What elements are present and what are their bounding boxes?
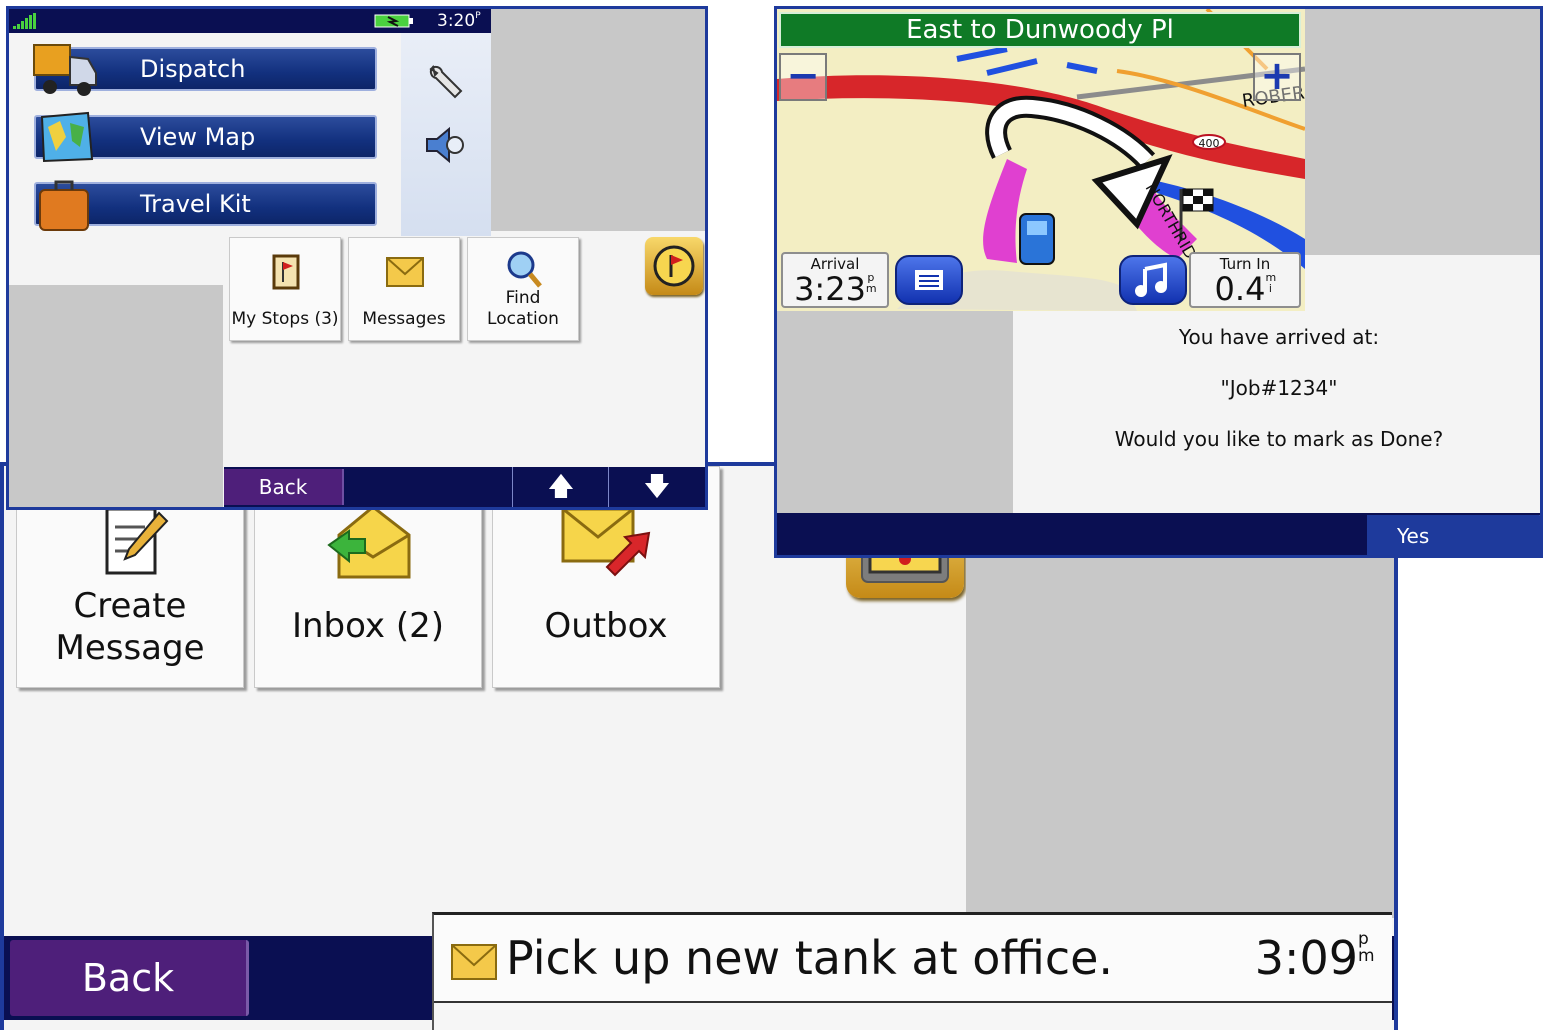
arrival-time: 3:23 p m bbox=[794, 270, 877, 308]
blank-area bbox=[9, 285, 223, 507]
status-bar: 3:20P bbox=[9, 9, 491, 33]
menu-label: Travel Kit bbox=[140, 190, 251, 218]
arrival-heading: You have arrived at: bbox=[1178, 325, 1380, 349]
job-name: "Job#1234" bbox=[1220, 376, 1338, 400]
music-note-icon bbox=[1135, 262, 1167, 297]
messages-tile[interactable]: Messages bbox=[348, 237, 460, 341]
menu-label: View Map bbox=[140, 123, 256, 151]
clipboard-flag-icon bbox=[272, 254, 300, 290]
tile-label: Create Message bbox=[55, 586, 205, 668]
envelope-icon bbox=[386, 257, 424, 287]
blank-area bbox=[1305, 9, 1540, 255]
yes-button[interactable]: Yes bbox=[1367, 515, 1540, 555]
list-icon bbox=[915, 270, 943, 290]
up-arrow-icon: 🡅 bbox=[547, 472, 575, 502]
music-button[interactable] bbox=[1119, 255, 1187, 305]
envelope-icon bbox=[451, 944, 497, 980]
navigation-screen: 400 ROBER NORTHRID East to Dunwoody Pl −… bbox=[774, 6, 1543, 558]
suitcase-icon bbox=[39, 180, 89, 231]
magnifier-icon bbox=[507, 251, 542, 288]
stop-alert-button[interactable] bbox=[645, 237, 703, 295]
dispatch-button[interactable]: Dispatch bbox=[33, 44, 377, 96]
tile-label: Outbox bbox=[544, 606, 668, 646]
arrival-box[interactable]: Arrival 3:23 p m bbox=[781, 252, 889, 308]
tile-label: Messages bbox=[362, 309, 446, 329]
back-button[interactable]: Back bbox=[224, 469, 344, 505]
volume-icon[interactable] bbox=[421, 125, 469, 165]
bottom-bar: Back 🡅 🡇 bbox=[224, 467, 705, 507]
battery-icon bbox=[374, 14, 413, 28]
find-location-tile[interactable]: Find Location bbox=[467, 237, 579, 341]
scroll-down-button[interactable]: 🡇 bbox=[608, 467, 705, 507]
map-view[interactable]: 400 ROBER NORTHRID East to Dunwoody Pl −… bbox=[777, 9, 1305, 311]
wrench-icon[interactable] bbox=[425, 61, 465, 101]
clock-flag-icon bbox=[653, 245, 695, 287]
truck-icon bbox=[33, 44, 97, 96]
main-menu-screen: 3:20P Dispatch View Map Travel Kit My St… bbox=[6, 6, 708, 510]
notification-bar: Pick up new tank at office. 3:09p m bbox=[434, 915, 1392, 1003]
notification-text: Pick up new tank at office. bbox=[506, 931, 1114, 985]
message-notification[interactable]: Pick up new tank at office. 3:09p m bbox=[432, 912, 1392, 1030]
my-stops-tile[interactable]: My Stops (3) bbox=[229, 237, 341, 341]
inbox-envelope-icon bbox=[327, 505, 411, 579]
pencil-note-icon bbox=[105, 507, 169, 575]
map-icon bbox=[40, 111, 94, 163]
scroll-up-button[interactable]: 🡅 bbox=[512, 467, 609, 507]
route-400-label: 400 bbox=[1199, 137, 1220, 150]
tool-column bbox=[401, 33, 491, 236]
menu-button[interactable] bbox=[895, 255, 963, 305]
view-map-button[interactable]: View Map bbox=[34, 111, 377, 163]
mark-done-question: Would you like to mark as Done? bbox=[1114, 427, 1444, 451]
zoom-out-button[interactable]: − bbox=[779, 53, 827, 101]
travel-kit-button[interactable]: Travel Kit bbox=[34, 180, 377, 231]
notification-time: 3:09p m bbox=[1254, 929, 1375, 986]
menu-label: Dispatch bbox=[140, 55, 246, 83]
tile-label: Inbox (2) bbox=[291, 606, 444, 646]
status-time: 3:20P bbox=[437, 11, 481, 31]
signal-icon bbox=[13, 13, 36, 29]
turn-in-box[interactable]: Turn In 0.4m i bbox=[1189, 252, 1301, 308]
down-arrow-icon: 🡇 bbox=[643, 472, 671, 502]
zoom-in-button[interactable]: + bbox=[1253, 53, 1301, 101]
tile-label: My Stops (3) bbox=[231, 309, 339, 329]
bottom-bar: Yes bbox=[777, 513, 1540, 555]
outbox-envelope-icon bbox=[561, 507, 651, 577]
blank-area bbox=[777, 311, 1013, 513]
back-button[interactable]: Back bbox=[10, 940, 249, 1016]
turn-in-distance: 0.4m i bbox=[1214, 270, 1277, 308]
tile-label: Find Location bbox=[487, 288, 559, 329]
blank-area bbox=[491, 9, 705, 231]
street-banner: East to Dunwoody Pl bbox=[779, 12, 1301, 48]
